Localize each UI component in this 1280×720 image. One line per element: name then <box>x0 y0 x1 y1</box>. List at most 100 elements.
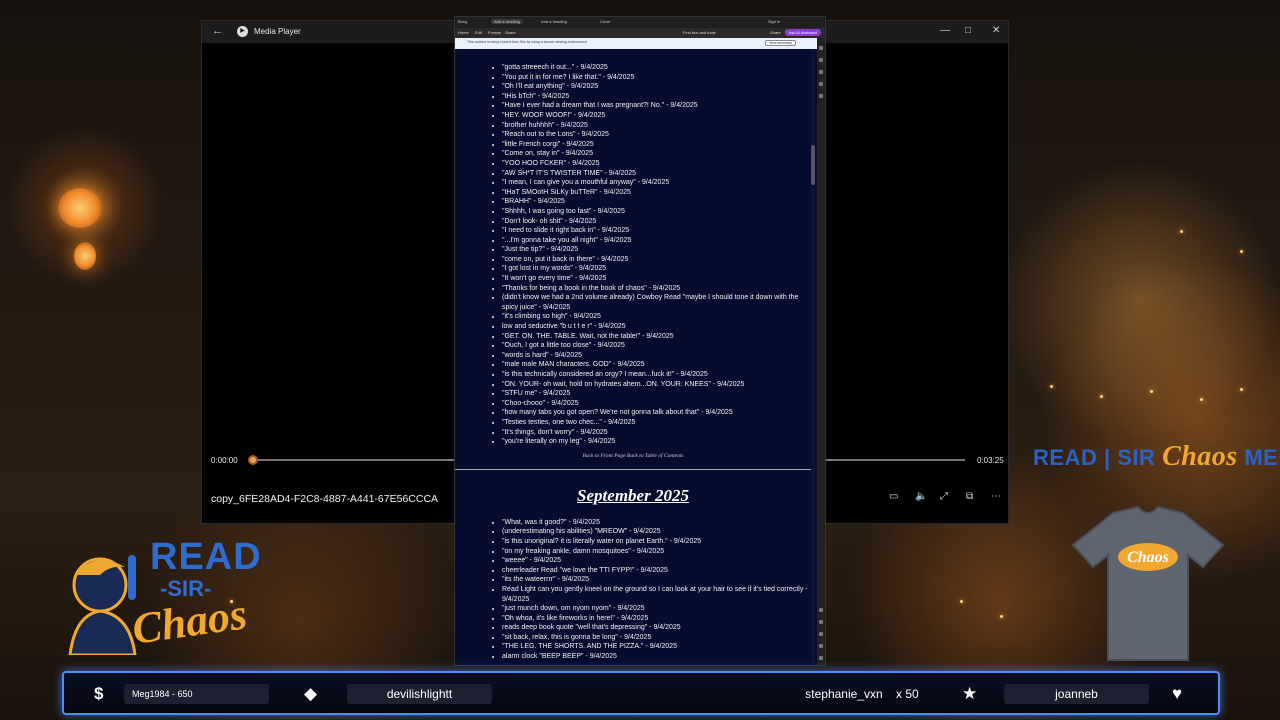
sub-count: x 50 <box>896 687 919 701</box>
sidebar-tool-icon[interactable] <box>819 620 823 624</box>
merch-sir: SIR <box>1117 445 1156 470</box>
menu-edit[interactable]: Edit <box>475 30 482 35</box>
scrollbar-thumb[interactable] <box>811 145 815 185</box>
alerts-bar: $ Meg1984 - 650 ◆ devilishlightt stephan… <box>62 671 1220 715</box>
list-item: "sit back, relax, this is gonna be long"… <box>502 633 811 643</box>
tshirt-image: Chaos <box>1071 505 1225 661</box>
list-item: (underestimating his abilities) "MREOW" … <box>502 527 811 537</box>
ask-ai-button[interactable]: Ask AI Assistant <box>784 29 821 36</box>
file-name: copy_6FE28AD4-F2C8-4887-A441-67E56CCCA <box>211 493 439 505</box>
list-item: "Shhhh, I was going too fast" - 9/4/2025 <box>502 207 811 217</box>
sidebar-tool-icon[interactable] <box>819 58 823 62</box>
miniplayer-icon[interactable]: ▭ <box>889 491 898 502</box>
lantern-decoration <box>74 242 96 270</box>
menu-home[interactable]: Home <box>458 30 469 35</box>
list-item: "male male MAN characters. GOD" - 9/4/20… <box>502 360 811 370</box>
cast-icon[interactable]: ⧉ <box>966 491 973 502</box>
list-item: "I mean, I can give you a mouthful anywa… <box>502 178 811 188</box>
list-item: "...I'm gonna take you all night" - 9/4/… <box>502 236 811 246</box>
sidebar-tool-icon[interactable] <box>819 70 823 74</box>
scrollbar-track[interactable] <box>811 49 815 665</box>
merch-read: READ <box>1033 445 1098 470</box>
list-item: low and seductive "b u t t e r" - 9/4/20… <box>502 322 811 332</box>
nav-links[interactable]: Back to Front Page Back to Table of Cont… <box>455 453 811 459</box>
list-item: "is this unoriginal? it is literally wat… <box>502 537 811 547</box>
minimize-icon[interactable]: — <box>940 25 950 36</box>
merch-word: MERCH <box>1244 445 1280 470</box>
maximize-icon[interactable]: □ <box>965 25 971 36</box>
sidebar-tool-icon[interactable] <box>819 608 823 612</box>
top-gifter: devilishlightt <box>347 684 492 704</box>
star-icon: ★ <box>962 684 978 703</box>
list-item: "YOO HOO FCKER" - 9/4/2025 <box>502 159 811 169</box>
list-item: "It won't go every time" - 9/4/2025 <box>502 274 811 284</box>
sidebar-tool-icon[interactable] <box>819 656 823 660</box>
fairy-light <box>1050 385 1053 388</box>
list-item: "STFU me" - 9/4/2025 <box>502 389 811 399</box>
list-item: (didn't know we had a 2nd volume already… <box>502 293 811 312</box>
list-item: Read Light can you gently kneel on the g… <box>502 585 811 604</box>
list-item: "it's climbing so high" - 9/4/2025 <box>502 312 811 322</box>
sidebar-tool-icon[interactable] <box>819 82 823 86</box>
list-item: "on my freaking ankle, damn mosquitoes" … <box>502 547 811 557</box>
browser-tab[interactable]: Bring <box>458 19 467 24</box>
sidebar-tool-icon[interactable] <box>819 46 823 50</box>
browser-tab-bar: Bring Add a heading Add a heading Cover … <box>455 17 825 28</box>
list-item: "weeee" - 9/4/2025 <box>502 556 811 566</box>
seek-handle[interactable] <box>248 455 258 465</box>
list-item: "AW SH*T IT'S TWISTER TIME" - 9/4/2025 <box>502 169 811 179</box>
fullscreen-icon[interactable]: ⤢ <box>940 491 948 502</box>
gem-icon: ◆ <box>304 684 318 703</box>
list-item: "Oh I'll eat anything" - 9/4/2025 <box>502 82 811 92</box>
list-item: alarm clock "BEEP BEEP" - 9/4/2025 <box>502 652 811 662</box>
fairy-light <box>1100 395 1103 398</box>
list-item: "I need to slide it right back in" - 9/4… <box>502 226 811 236</box>
menu-format[interactable]: Format <box>488 30 501 35</box>
fairy-light <box>1000 615 1003 618</box>
menu-share[interactable]: Share <box>505 30 516 35</box>
browser-tab[interactable]: Add a heading <box>541 19 567 24</box>
list-item: "Choo-chooo" - 9/4/2025 <box>502 399 811 409</box>
list-item: "BRAHH" - 9/4/2025 <box>502 197 811 207</box>
media-player-icon: ▶ <box>237 26 248 37</box>
list-item: "just munch down, om nyom nyom" - 9/4/20… <box>502 604 811 614</box>
browser-tab-active[interactable]: Add a heading <box>491 19 523 24</box>
fairy-light <box>1200 398 1203 401</box>
more-options-icon[interactable]: ⋯ <box>991 491 1001 502</box>
sidebar-tool-icon[interactable] <box>819 644 823 648</box>
list-item: "brother huhhhh" - 9/4/2025 <box>502 121 811 131</box>
share-button[interactable]: Share <box>770 30 781 35</box>
list-item: "you're literally on my leg" - 9/4/2025 <box>502 437 811 447</box>
list-item: "its the wateerrrr" - 9/4/2025 <box>502 575 811 585</box>
sidebar-tool-icon[interactable] <box>819 94 823 98</box>
back-arrow-icon[interactable]: ← <box>212 25 223 37</box>
list-item: "tHaT SMOotH SiLKy buTTeR" - 9/4/2025 <box>502 188 811 198</box>
list-item: "You put it in for me? I like that." - 9… <box>502 73 811 83</box>
sidebar-tool-icon[interactable] <box>819 632 823 636</box>
list-item: "words is hard" - 9/4/2025 <box>502 351 811 361</box>
sign-in-link[interactable]: Sign in <box>768 19 780 24</box>
close-icon[interactable]: ✕ <box>992 25 1000 36</box>
media-player-title: Media Player <box>254 27 301 36</box>
list-item: "Don't look- oh shit" - 9/4/2025 <box>502 217 811 227</box>
view-summary-button[interactable]: View summary <box>765 40 796 46</box>
list-item: "is this technically considered an orgy?… <box>502 370 811 380</box>
browser-toolbar: Home Edit Format Share Find text and too… <box>455 28 825 38</box>
dollar-icon: $ <box>94 684 104 703</box>
fairy-light <box>1240 250 1243 253</box>
volume-icon[interactable]: 🔈 <box>915 491 927 502</box>
merch-banner: READ | SIR Chaos MERCH <box>1033 441 1280 473</box>
list-item: "little French corgi" - 9/4/2025 <box>502 140 811 150</box>
lantern-decoration <box>58 188 102 228</box>
list-item: "It's things, don't worry" - 9/4/2025 <box>502 428 811 438</box>
list-item: "Ouch, I got a little too close" - 9/4/2… <box>502 341 811 351</box>
latest-follower: joanneb <box>1004 684 1149 704</box>
find-tools[interactable]: Find text and tools <box>683 30 716 35</box>
browser-tab[interactable]: Cover <box>600 19 611 24</box>
list-item: "Come on, stay in" - 9/4/2025 <box>502 149 811 159</box>
list-item: "tHis bTch" - 9/4/2025 <box>502 92 811 102</box>
heart-icon: ♥ <box>1172 684 1183 703</box>
list-item: "Oh whoa, it's like fireworks in here!" … <box>502 614 811 624</box>
fairy-light <box>1240 388 1243 391</box>
list-item: "Testies testies, one two chec..." - 9/4… <box>502 418 811 428</box>
